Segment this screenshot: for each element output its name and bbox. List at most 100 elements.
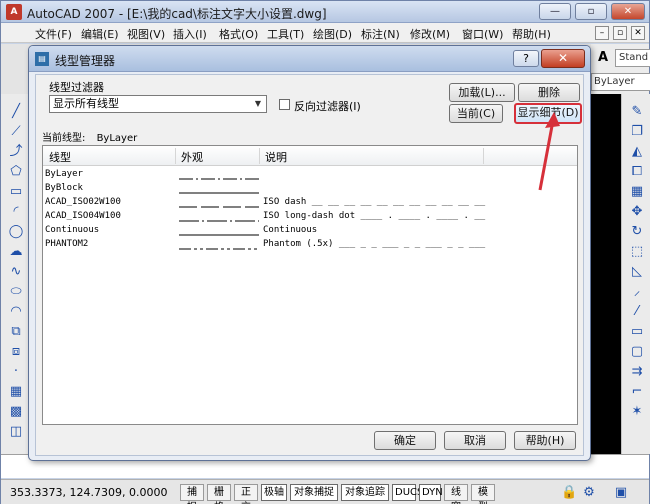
otrack-toggle[interactable]: 对象追踪 xyxy=(341,484,389,501)
load-button[interactable]: 加载(L)... xyxy=(449,83,515,102)
revcloud-icon[interactable]: ☁ xyxy=(8,244,24,260)
rotate-icon[interactable]: ↻ xyxy=(629,224,645,240)
ellipse-icon[interactable]: ⬭ xyxy=(8,284,24,300)
spline-icon[interactable]: ∿ xyxy=(8,264,24,280)
invert-filter-checkbox[interactable] xyxy=(279,99,290,110)
show-details-button[interactable]: 显示细节(D) xyxy=(514,103,582,124)
trim-icon[interactable]: ⸝ xyxy=(629,284,645,300)
construction-line-icon[interactable]: ⟋ xyxy=(8,124,24,140)
region-icon[interactable]: ◫ xyxy=(8,424,24,440)
text-style-combo[interactable]: Stand xyxy=(615,49,650,67)
list-row[interactable]: ACAD_ISO04W100 ISO long-dash dot ____ . … xyxy=(43,210,577,224)
menu-modify[interactable]: 修改(M) xyxy=(410,26,450,42)
rectangle-icon[interactable]: ▭ xyxy=(8,184,24,200)
explode-icon[interactable]: ✶ xyxy=(629,404,645,420)
filter-select[interactable]: 显示所有线型 ▼ xyxy=(49,95,267,113)
offset-icon[interactable]: ⧠ xyxy=(629,164,645,180)
col-divider[interactable] xyxy=(175,148,176,164)
menu-window[interactable]: 窗口(W) xyxy=(462,26,503,42)
dialog-title: 线型管理器 xyxy=(55,54,116,68)
polar-toggle[interactable]: 极轴 xyxy=(261,484,287,501)
fillet-icon[interactable]: ⌐ xyxy=(629,384,645,400)
clean-screen-icon[interactable]: ▣ xyxy=(613,485,629,501)
ellipse-arc-icon[interactable]: ◠ xyxy=(8,304,24,320)
doc-restore-button[interactable]: ▫ xyxy=(613,26,627,40)
row-description: Continuous xyxy=(263,225,318,235)
row-name: ACAD_ISO04W100 xyxy=(45,211,121,221)
lineweight-toggle[interactable]: 线宽 xyxy=(444,484,468,504)
menu-help[interactable]: 帮助(H) xyxy=(512,26,551,42)
line-icon[interactable]: ╱ xyxy=(8,104,24,120)
row-appearance xyxy=(179,244,259,250)
menu-format[interactable]: 格式(O) xyxy=(219,26,258,42)
menu-file[interactable]: 文件(F) xyxy=(35,26,72,42)
array-icon[interactable]: ▦ xyxy=(629,184,645,200)
copy-icon[interactable]: ❐ xyxy=(629,124,645,140)
chamfer-icon[interactable]: ⇉ xyxy=(629,364,645,380)
col-linetype[interactable]: 线型 xyxy=(49,149,71,165)
restore-button[interactable]: ▫ xyxy=(575,3,607,20)
ok-button[interactable]: 确定 xyxy=(374,431,436,450)
break-icon[interactable]: ▭ xyxy=(629,324,645,340)
dialog-icon: ▤ xyxy=(35,52,49,66)
extend-icon[interactable]: ⁄ xyxy=(629,304,645,320)
osnap-toggle[interactable]: 对象捕捉 xyxy=(290,484,338,501)
dialog-close-button[interactable]: ✕ xyxy=(541,49,585,68)
row-description: ISO dash __ __ __ __ __ __ __ __ __ __ _… xyxy=(263,197,486,207)
stretch-icon[interactable]: ◺ xyxy=(629,264,645,280)
grid-toggle[interactable]: 栅格 xyxy=(207,484,231,504)
hatch-icon[interactable]: ▦ xyxy=(8,384,24,400)
doc-close-button[interactable]: ✕ xyxy=(631,26,645,40)
mirror-icon[interactable]: ◭ xyxy=(629,144,645,160)
linetype-list[interactable]: 线型 外观 说明 ByLayer ByBlock ACAD_ISO02W100 xyxy=(42,145,578,425)
layer-combo[interactable]: ByLayer xyxy=(591,73,650,91)
dialog-help-button[interactable]: ? xyxy=(513,50,539,67)
minimize-button[interactable]: — xyxy=(539,3,571,20)
col-divider[interactable] xyxy=(483,148,484,164)
ortho-toggle[interactable]: 正交 xyxy=(234,484,258,504)
help-button[interactable]: 帮助(H) xyxy=(514,431,576,450)
menu-view[interactable]: 视图(V) xyxy=(127,26,165,42)
delete-button[interactable]: 删除 xyxy=(518,83,580,102)
menu-edit[interactable]: 编辑(E) xyxy=(81,26,119,42)
scale-icon[interactable]: ⬚ xyxy=(629,244,645,260)
close-button[interactable]: ✕ xyxy=(611,3,645,20)
set-current-button[interactable]: 当前(C) xyxy=(449,104,503,123)
dyn-toggle[interactable]: DYN xyxy=(419,484,443,501)
model-toggle[interactable]: 模型 xyxy=(471,484,495,504)
list-row[interactable]: ACAD_ISO02W100 ISO dash __ __ __ __ __ _… xyxy=(43,196,577,210)
lock-icon[interactable]: 🔒 xyxy=(561,485,577,501)
drawing-canvas[interactable] xyxy=(591,94,621,454)
point-icon[interactable]: · xyxy=(8,364,24,380)
text-style-icon[interactable]: A xyxy=(595,50,611,66)
move-icon[interactable]: ✥ xyxy=(629,204,645,220)
menu-tools[interactable]: 工具(T) xyxy=(267,26,304,42)
menu-dimension[interactable]: 标注(N) xyxy=(361,26,400,42)
col-divider[interactable] xyxy=(259,148,260,164)
row-name: Continuous xyxy=(45,225,100,235)
cancel-button[interactable]: 取消 xyxy=(444,431,506,450)
join-icon[interactable]: ▢ xyxy=(629,344,645,360)
menu-draw[interactable]: 绘图(D) xyxy=(313,26,352,42)
make-block-icon[interactable]: ⧈ xyxy=(8,344,24,360)
list-row[interactable]: ByLayer xyxy=(43,168,577,182)
col-description[interactable]: 说明 xyxy=(265,149,287,165)
gradient-icon[interactable]: ▩ xyxy=(8,404,24,420)
snap-toggle[interactable]: 捕捉 xyxy=(180,484,204,504)
invert-filter-label: 反向过滤器(I) xyxy=(294,100,361,113)
insert-block-icon[interactable]: ⧉ xyxy=(8,324,24,340)
ducs-toggle[interactable]: DUCS xyxy=(392,484,423,501)
menu-insert[interactable]: 插入(I) xyxy=(173,26,207,42)
doc-minimize-button[interactable]: – xyxy=(595,26,609,40)
polyline-icon[interactable]: ⤴ xyxy=(8,144,24,160)
list-row[interactable]: ByBlock xyxy=(43,182,577,196)
draw-toolbar: ╱ ⟋ ⤴ ⬠ ▭ ◜ ◯ ☁ ∿ ⬭ ◠ ⧉ ⧈ · ▦ ▩ ◫ xyxy=(1,94,31,454)
list-row[interactable]: PHANTOM2 Phantom (.5x) ___ _ _ ___ _ _ _… xyxy=(43,238,577,252)
erase-icon[interactable]: ✎ xyxy=(629,104,645,120)
arc-icon[interactable]: ◜ xyxy=(8,204,24,220)
tray-settings-icon[interactable]: ⚙ xyxy=(581,485,597,501)
circle-icon[interactable]: ◯ xyxy=(8,224,24,240)
polygon-icon[interactable]: ⬠ xyxy=(8,164,24,180)
col-appearance[interactable]: 外观 xyxy=(181,149,203,165)
list-row[interactable]: Continuous Continuous xyxy=(43,224,577,238)
